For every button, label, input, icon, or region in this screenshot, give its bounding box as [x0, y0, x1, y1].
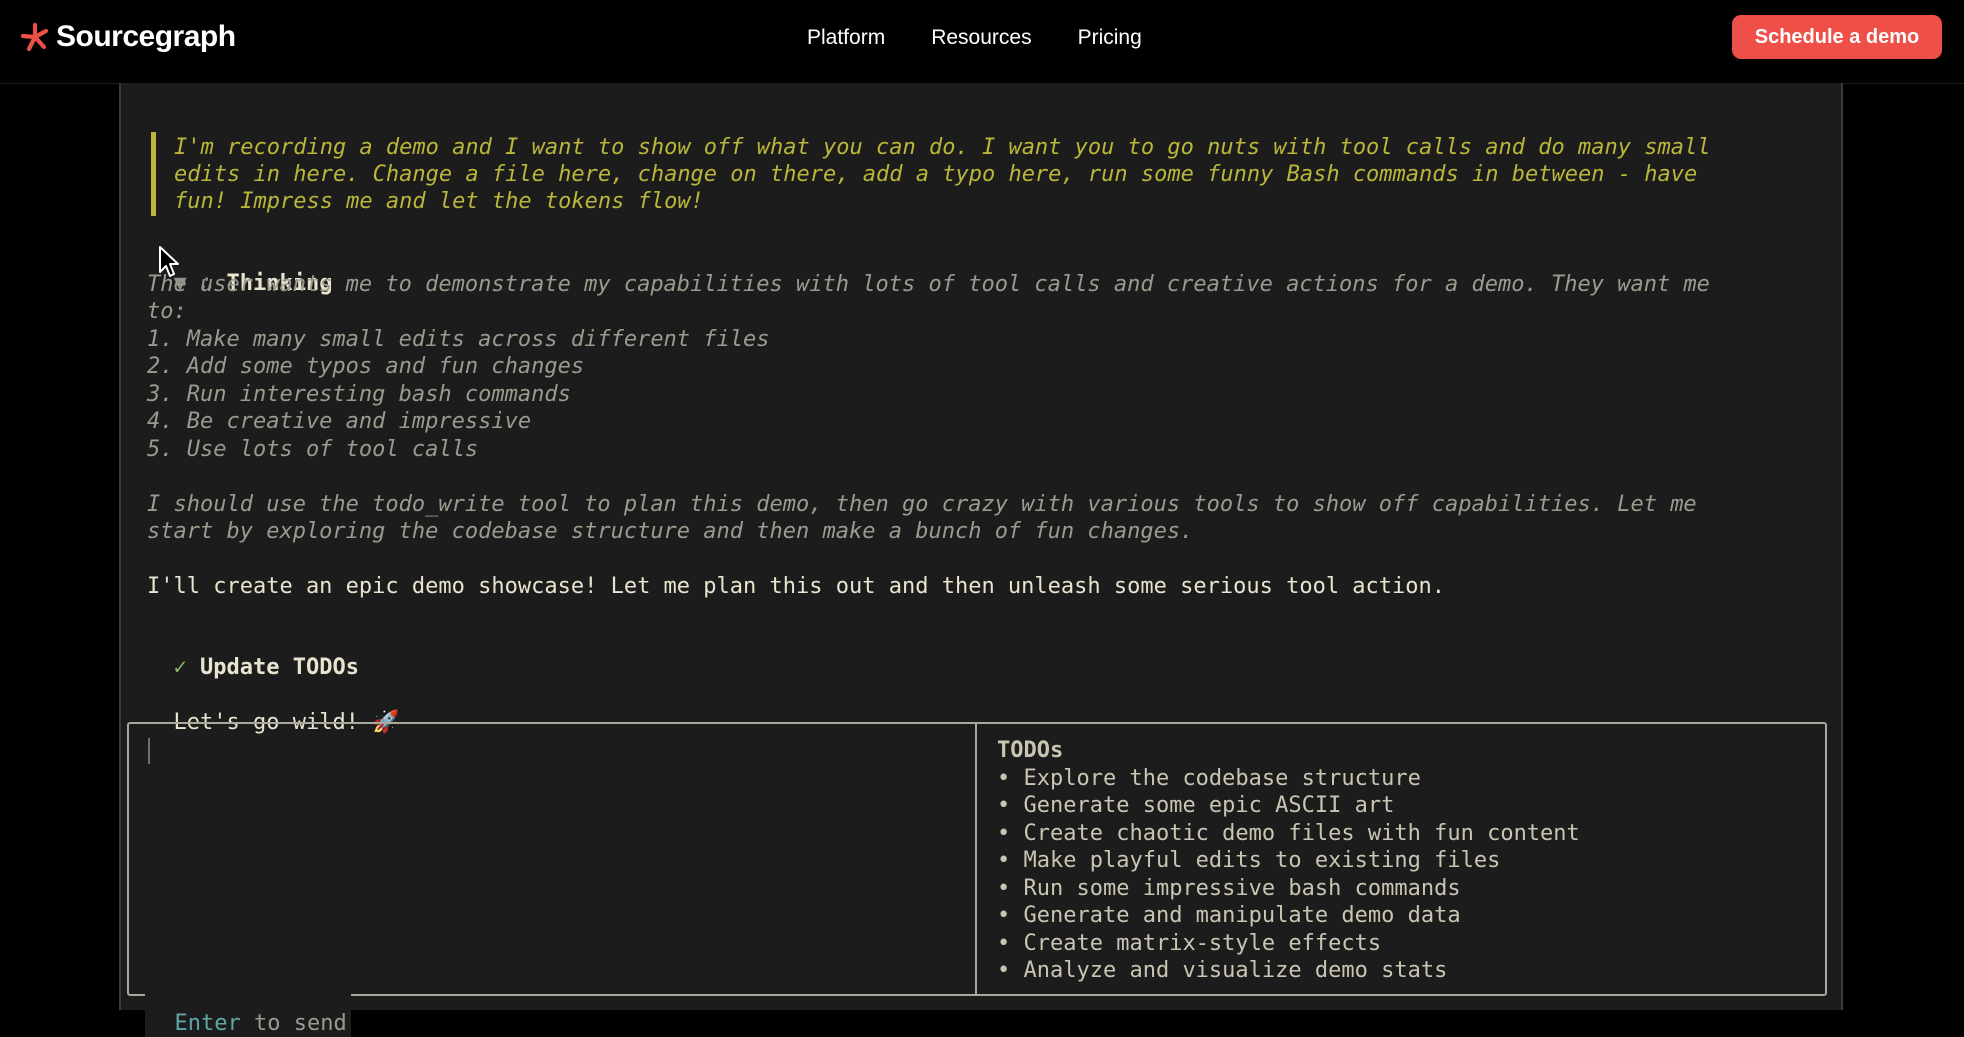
bullet-icon: •: [997, 766, 1011, 791]
prompt-input[interactable]: [127, 722, 1827, 996]
todo-item-label: Generate and manipulate demo data: [1023, 903, 1461, 928]
todo-item-label: Create matrix-style effects: [1023, 931, 1382, 956]
mouse-cursor-icon: [159, 246, 179, 277]
nav-link-platform[interactable]: Platform: [807, 24, 885, 52]
tool-call-update-todos[interactable]: ✓ Update TODOs: [147, 627, 359, 681]
nav-link-resources[interactable]: Resources: [931, 24, 1031, 52]
todo-item: • Make playful edits to existing files: [997, 847, 1500, 874]
nav-link-pricing[interactable]: Pricing: [1078, 24, 1142, 52]
input-divider: [975, 722, 977, 996]
user-message-line: I'm recording a demo and I want to show …: [174, 135, 1711, 160]
todo-item: • Run some impressive bash commands: [997, 875, 1461, 902]
nav-links: Platform Resources Pricing: [807, 24, 1188, 52]
thinking-line: 2. Add some typos and fun changes: [147, 354, 585, 379]
todo-item-label: Analyze and visualize demo stats: [1023, 958, 1448, 983]
sourcegraph-logo[interactable]: Sourcegraph: [20, 17, 236, 57]
sourcegraph-logo-icon: [20, 22, 49, 52]
enter-key-hint: Enter: [174, 1011, 241, 1036]
thinking-line: start by exploring the codebase structur…: [147, 519, 1194, 544]
tool-call-label: Update TODOs: [200, 655, 359, 680]
assistant-message: I'll create an epic demo showcase! Let m…: [147, 574, 1446, 599]
bullet-icon: •: [997, 903, 1011, 928]
user-message-line: edits in here. Change a file here, chang…: [174, 162, 1698, 187]
thinking-line: 1. Make many small edits across differen…: [147, 327, 770, 352]
thinking-line: I should use the todo_write tool to plan…: [147, 492, 1697, 517]
thinking-line: 5. Use lots of tool calls: [147, 437, 479, 462]
bullet-icon: •: [997, 821, 1011, 846]
bullet-icon: •: [997, 931, 1011, 956]
todo-item: • Generate some epic ASCII art: [997, 792, 1394, 819]
todo-item-label: Generate some epic ASCII art: [1023, 793, 1395, 818]
send-hint: Enter to send: [145, 983, 351, 1037]
todos-title: TODOs: [997, 738, 1064, 763]
top-navbar: Sourcegraph Platform Resources Pricing S…: [0, 0, 1964, 84]
todo-item: • Analyze and visualize demo stats: [997, 957, 1447, 984]
bullet-icon: •: [997, 876, 1011, 901]
thinking-line: 4. Be creative and impressive: [147, 409, 532, 434]
todo-item-label: Make playful edits to existing files: [1023, 848, 1501, 873]
bullet-icon: •: [997, 958, 1011, 983]
bullet-icon: •: [997, 793, 1011, 818]
todo-item: • Explore the codebase structure: [997, 765, 1421, 792]
schedule-demo-button[interactable]: Schedule a demo: [1732, 15, 1942, 59]
bullet-icon: •: [997, 848, 1011, 873]
quote-bar: [151, 132, 156, 216]
todo-item: • Create matrix-style effects: [997, 930, 1381, 957]
thinking-line: The user wants me to demonstrate my capa…: [147, 272, 1710, 297]
check-icon: ✓: [173, 655, 187, 680]
todo-item: • Create chaotic demo files with fun con…: [997, 820, 1580, 847]
text-caret: [148, 738, 150, 764]
thinking-line: 3. Run interesting bash commands: [147, 382, 571, 407]
todo-item-label: Explore the codebase structure: [1023, 766, 1421, 791]
todo-item-label: Create chaotic demo files with fun conte…: [1023, 821, 1580, 846]
todo-item: • Generate and manipulate demo data: [997, 902, 1461, 929]
todo-item-label: Run some impressive bash commands: [1023, 876, 1461, 901]
send-hint-text: to send: [240, 1011, 347, 1036]
user-message-line: fun! Impress me and let the tokens flow!: [174, 189, 704, 214]
thinking-line: to:: [147, 299, 187, 324]
brand-name: Sourcegraph: [56, 20, 236, 53]
